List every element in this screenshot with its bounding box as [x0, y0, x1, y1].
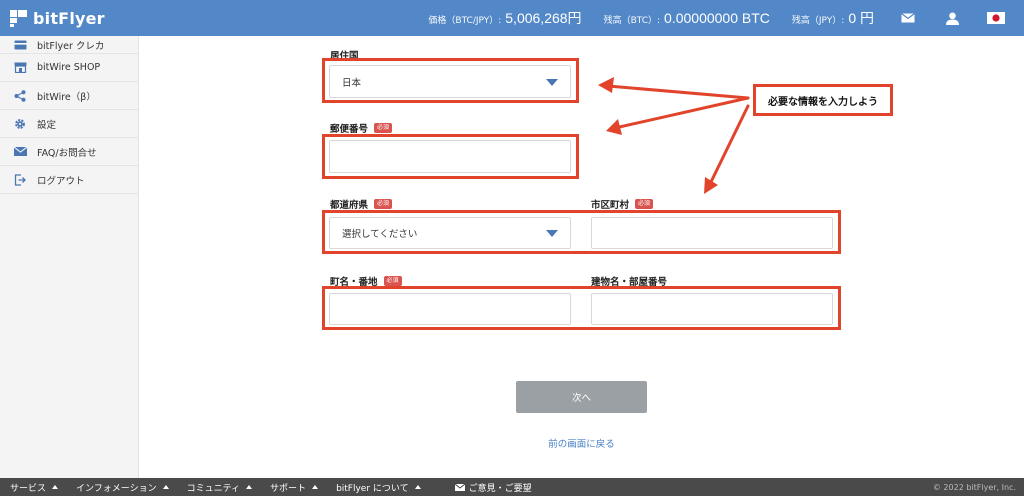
price-display: 価格（BTC/JPY）: 5,006,268円	[428, 8, 581, 28]
mail-icon	[454, 483, 465, 491]
sidebar-item-label: bitWire（β）	[37, 91, 96, 103]
jpy-balance-value: 0 円	[848, 10, 874, 26]
logout-icon	[13, 173, 27, 186]
logo-text: bitFlyer	[33, 8, 105, 28]
footer-menu-community[interactable]: コミュニティ	[186, 481, 253, 494]
footer-menu-label: サポート	[270, 483, 307, 494]
caret-up-icon	[312, 485, 319, 489]
footer-feedback-link[interactable]: ご意見・ご要望	[454, 481, 532, 494]
sidebar-item-label: ログアウト	[37, 175, 85, 187]
price-label: 価格（BTC/JPY）:	[428, 16, 502, 26]
shop-icon	[13, 62, 27, 74]
caret-up-icon	[162, 485, 169, 489]
sidebar-item-credit-card[interactable]: bitFlyer クレカ	[0, 36, 138, 54]
footer-menu-support[interactable]: サポート	[270, 481, 319, 494]
footer-menu-label: コミュニティ	[186, 483, 241, 494]
footer-menu-information[interactable]: インフォメーション	[76, 481, 169, 494]
jpy-balance: 残高（JPY）: 0 円	[792, 8, 874, 28]
next-button-label: 次へ	[571, 393, 591, 404]
footer-feedback-label: ご意見・ご要望	[468, 483, 532, 494]
header-status: 価格（BTC/JPY）: 5,006,268円 残高（BTC）: 0.00000…	[428, 0, 1024, 36]
share-icon	[13, 89, 27, 102]
sidebar: bitFlyer クレカ bitWire SHOP bitWire（β） 設定 …	[0, 36, 139, 478]
user-icon[interactable]	[930, 0, 974, 36]
top-header: bitFlyer 価格（BTC/JPY）: 5,006,268円 残高（BTC）…	[0, 0, 1024, 36]
btc-balance-label: 残高（BTC）:	[603, 16, 661, 26]
bitflyer-logo[interactable]: bitFlyer	[10, 9, 105, 28]
sidebar-item-label: 設定	[37, 119, 57, 131]
bitflyer-logo-icon	[10, 9, 27, 27]
gear-icon	[13, 118, 27, 130]
caret-up-icon	[414, 485, 421, 489]
mail-icon[interactable]	[886, 0, 930, 36]
sidebar-item-label: bitWire SHOP	[37, 62, 101, 73]
back-link[interactable]: 前の画面に戻る	[516, 436, 647, 450]
footer-menu-about[interactable]: bitFlyer について	[336, 481, 421, 494]
jpy-balance-label: 残高（JPY）:	[791, 16, 845, 26]
next-button[interactable]: 次へ	[516, 381, 647, 413]
sidebar-item-label: bitFlyer クレカ	[37, 40, 105, 52]
footer: サービス インフォメーション コミュニティ サポート bitFlyer について…	[0, 478, 1024, 496]
copyright: © 2022 bitFlyer, Inc.	[932, 482, 1016, 492]
caret-up-icon	[246, 485, 253, 489]
footer-menu-service[interactable]: サービス	[10, 481, 59, 494]
sidebar-item-label: FAQ/お問合せ	[37, 147, 97, 159]
card-icon	[13, 39, 27, 51]
mail-icon	[13, 146, 27, 158]
sidebar-item-bitwire[interactable]: bitWire（β）	[0, 82, 138, 110]
address-form: 居住国 日本 郵便番号 必須 都道府県 必須 市区町村 必須 選択してください …	[140, 36, 1024, 478]
japan-flag-icon[interactable]	[974, 0, 1018, 36]
sidebar-item-shop[interactable]: bitWire SHOP	[0, 54, 138, 82]
sidebar-item-settings[interactable]: 設定	[0, 110, 138, 138]
sidebar-item-faq[interactable]: FAQ/お問合せ	[0, 138, 138, 166]
footer-menu-label: bitFlyer について	[336, 483, 409, 494]
price-value: 5,006,268円	[505, 10, 582, 26]
sidebar-item-logout[interactable]: ログアウト	[0, 166, 138, 194]
back-link-text: 前の画面に戻る	[548, 439, 615, 450]
footer-menu-label: インフォメーション	[76, 483, 157, 494]
caret-up-icon	[52, 485, 59, 489]
btc-balance-value: 0.00000000 BTC	[664, 10, 770, 26]
footer-menu-label: サービス	[10, 483, 47, 494]
btc-balance: 残高（BTC）: 0.00000000 BTC	[604, 10, 770, 26]
